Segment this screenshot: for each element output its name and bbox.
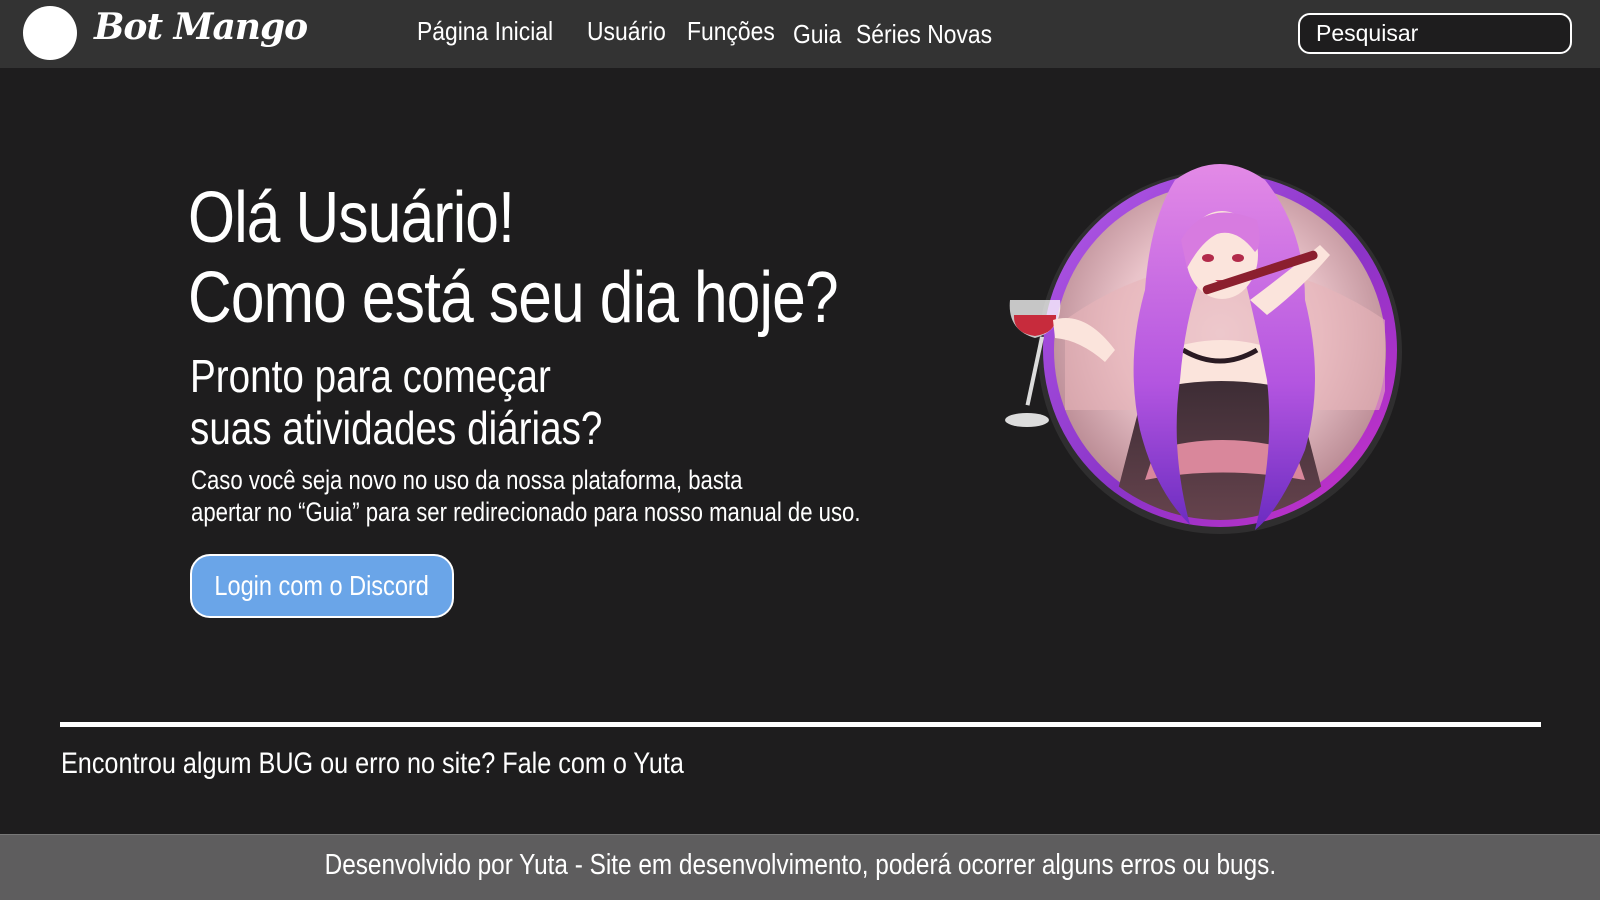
nav-functions[interactable]: Funções (687, 16, 775, 47)
footer-notice: Desenvolvido por Yuta - Site em desenvol… (324, 849, 1276, 881)
user-avatar[interactable] (23, 6, 77, 60)
footer-text: Desenvolvido por Yuta - Site em desenvol… (0, 849, 1600, 882)
top-navigation-bar: Bot Mango Página Inicial Usuário Funções… (0, 0, 1600, 68)
section-divider (60, 722, 1541, 727)
hero-description: Caso você seja novo no uso da nossa plat… (191, 464, 861, 528)
discord-login-label: Login com o Discord (214, 570, 430, 601)
hero-title: Olá Usuário! Como está seu dia hoje? (188, 178, 839, 338)
nav-guide[interactable]: Guia (793, 19, 841, 50)
bug-report-text: Encontrou algum BUG ou erro no site? Fal… (61, 747, 684, 781)
search-box (1298, 13, 1572, 54)
hero-description-line2: apertar no “Guia” para ser redirecionado… (191, 497, 861, 527)
nav-user[interactable]: Usuário (587, 16, 666, 47)
discord-login-button[interactable]: Login com o Discord (190, 554, 454, 618)
hero-subtitle: Pronto para começar suas atividades diár… (190, 350, 602, 454)
hero-title-question: Como está seu dia hoje? (188, 258, 839, 338)
hero-subtitle-line1: Pronto para começar (190, 350, 551, 402)
hero-subtitle-line2: suas atividades diárias? (190, 402, 603, 454)
hero-title-greeting: Olá Usuário! (188, 178, 515, 258)
contact-yuta-link[interactable]: Fale com o Yuta (502, 747, 684, 780)
bug-report-prefix: Encontrou algum BUG ou erro no site? (61, 747, 503, 780)
nav-home[interactable]: Página Inicial (417, 16, 553, 47)
footer: Desenvolvido por Yuta - Site em desenvol… (0, 834, 1600, 900)
search-input[interactable] (1300, 15, 1570, 52)
anime-character-illustration (1005, 164, 1402, 534)
hero-description-line1: Caso você seja novo no uso da nossa plat… (191, 465, 743, 495)
nav-new-series[interactable]: Séries Novas (856, 19, 992, 50)
brand-logo[interactable]: Bot Mango (94, 6, 308, 48)
